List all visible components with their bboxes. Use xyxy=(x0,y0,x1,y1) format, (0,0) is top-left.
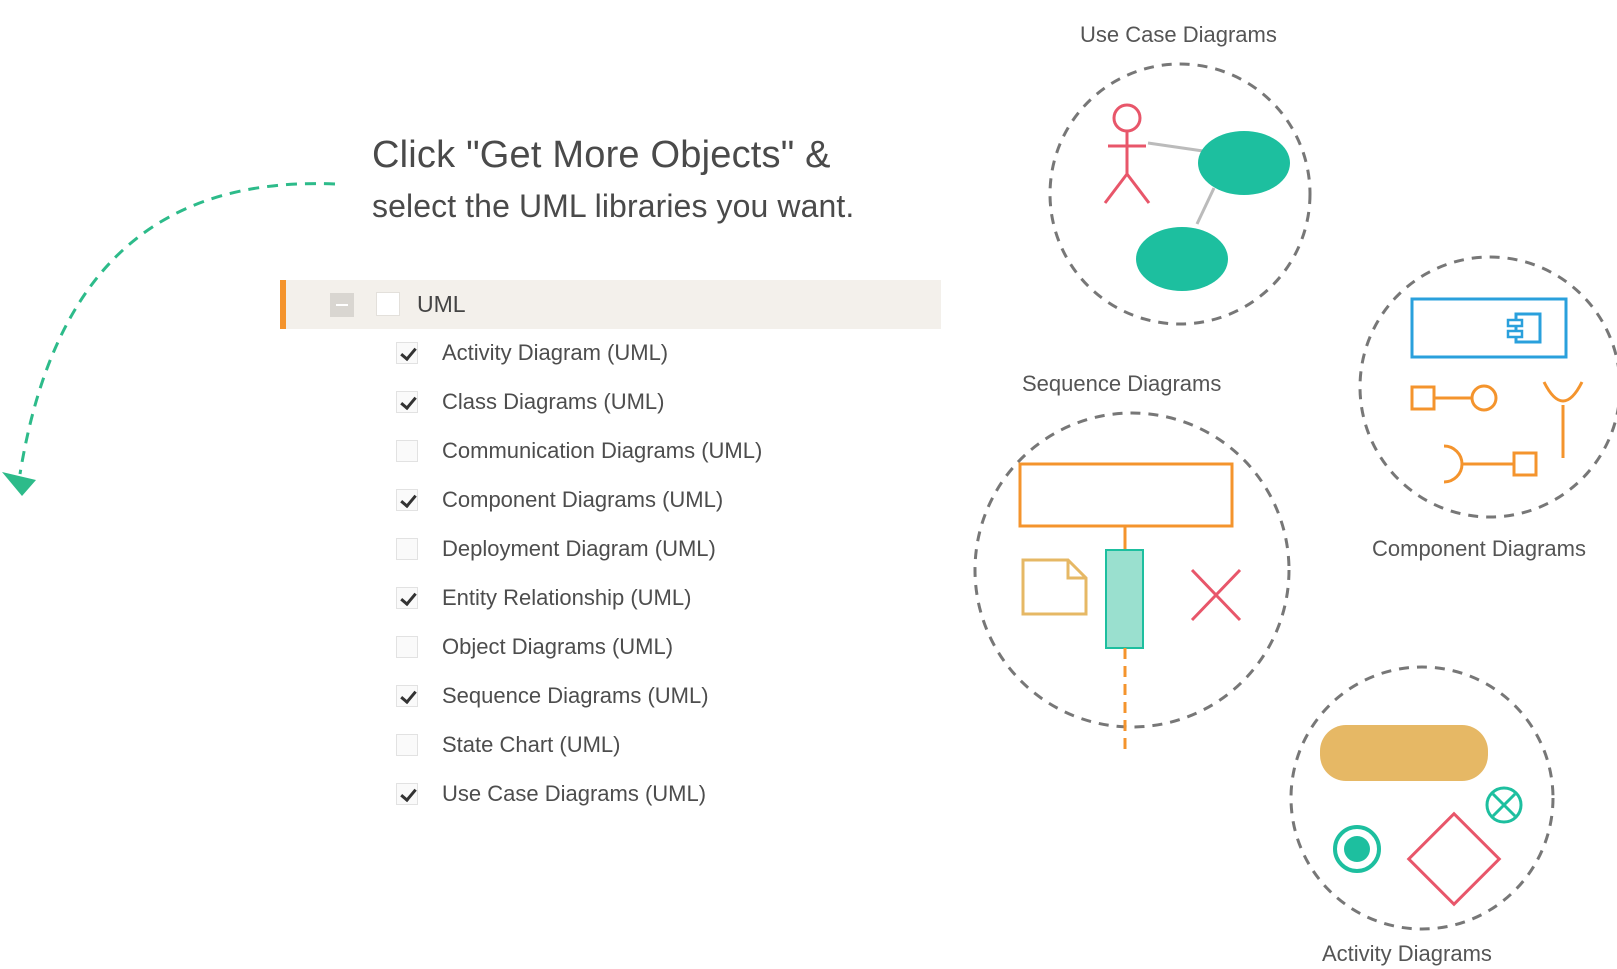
library-label: Deployment Diagram (UML) xyxy=(442,535,716,561)
library-item-entity-relationship[interactable]: Entity Relationship (UML) xyxy=(396,573,762,622)
library-label: Communication Diagrams (UML) xyxy=(442,437,763,463)
instruction-subheading: select the UML libraries you want. xyxy=(372,188,855,224)
library-label: Component Diagrams (UML) xyxy=(442,486,724,512)
library-label: Use Case Diagrams (UML) xyxy=(442,780,707,806)
library-group-uml[interactable]: UML xyxy=(280,280,941,329)
component-diagram-icon xyxy=(1358,255,1617,519)
library-label: State Chart (UML) xyxy=(442,731,621,757)
library-checkbox[interactable] xyxy=(396,341,418,364)
group-label: UML xyxy=(417,291,466,317)
collapse-toggle-icon[interactable] xyxy=(330,293,354,317)
use-case-diagram-icon xyxy=(1048,62,1312,326)
library-checkbox[interactable] xyxy=(396,488,418,511)
library-checkbox[interactable] xyxy=(396,439,418,462)
sequence-diagrams-label: Sequence Diagrams xyxy=(1022,371,1222,396)
library-checkbox[interactable] xyxy=(396,684,418,707)
library-label: Activity Diagram (UML) xyxy=(442,339,669,365)
library-list: Activity Diagram (UML) Class Diagrams (U… xyxy=(396,328,762,818)
library-checkbox[interactable] xyxy=(396,635,418,658)
library-item-class[interactable]: Class Diagrams (UML) xyxy=(396,377,762,426)
library-checkbox[interactable] xyxy=(396,782,418,805)
instruction-heading: Click "Get More Objects" & xyxy=(372,134,831,176)
group-checkbox[interactable] xyxy=(376,292,400,316)
component-diagrams-label: Component Diagrams xyxy=(1372,536,1586,561)
library-item-sequence[interactable]: Sequence Diagrams (UML) xyxy=(396,671,762,720)
sequence-diagram-icon xyxy=(973,411,1291,750)
library-item-activity[interactable]: Activity Diagram (UML) xyxy=(396,328,762,377)
library-checkbox[interactable] xyxy=(396,733,418,756)
library-checkbox[interactable] xyxy=(396,586,418,609)
library-item-component[interactable]: Component Diagrams (UML) xyxy=(396,475,762,524)
library-label: Object Diagrams (UML) xyxy=(442,633,674,659)
library-label: Entity Relationship (UML) xyxy=(442,584,692,610)
activity-diagram-icon xyxy=(1289,665,1555,931)
library-item-use-case[interactable]: Use Case Diagrams (UML) xyxy=(396,769,762,818)
curved-arrow-icon xyxy=(2,182,336,496)
library-item-deployment[interactable]: Deployment Diagram (UML) xyxy=(396,524,762,573)
library-label: Sequence Diagrams (UML) xyxy=(442,682,709,708)
library-item-communication[interactable]: Communication Diagrams (UML) xyxy=(396,426,762,475)
library-item-object[interactable]: Object Diagrams (UML) xyxy=(396,622,762,671)
library-checkbox[interactable] xyxy=(396,537,418,560)
library-checkbox[interactable] xyxy=(396,390,418,413)
activity-diagrams-label: Activity Diagrams xyxy=(1322,941,1492,966)
library-item-state-chart[interactable]: State Chart (UML) xyxy=(396,720,762,769)
library-label: Class Diagrams (UML) xyxy=(442,388,665,414)
use-case-diagrams-label: Use Case Diagrams xyxy=(1080,22,1277,47)
